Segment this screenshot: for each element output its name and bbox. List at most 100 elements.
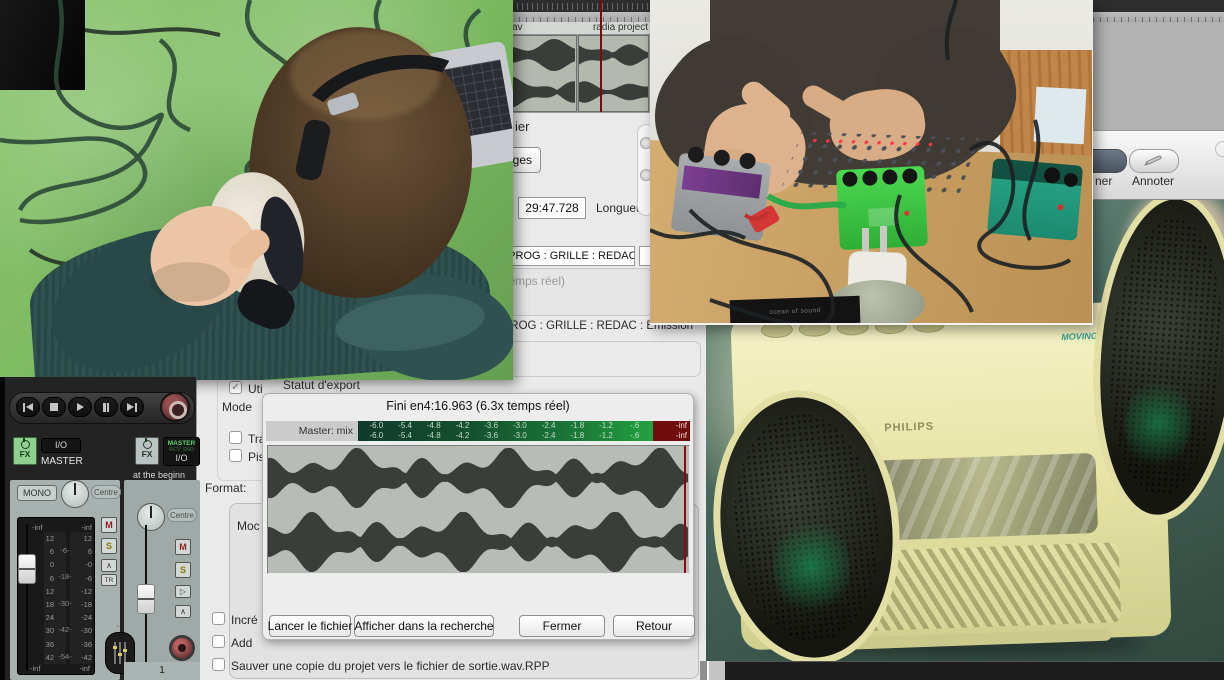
export-status-group-label: Statut d'export bbox=[283, 378, 360, 392]
track-pan-knob[interactable] bbox=[137, 503, 165, 531]
pause-icon bbox=[107, 403, 110, 412]
annotate-button[interactable] bbox=[1129, 149, 1179, 173]
length-input[interactable]: 29:47.728 bbox=[518, 197, 586, 219]
rendered-waveform bbox=[268, 446, 689, 573]
scale-label: -36 bbox=[76, 638, 92, 651]
meter-db-label: -4.8 bbox=[419, 421, 448, 431]
checkbox-increment[interactable] bbox=[212, 612, 225, 625]
master-fader[interactable] bbox=[18, 554, 36, 584]
annotate-label: Annoter bbox=[1120, 174, 1186, 188]
desktop-screen: av radia project ner Annoter ier ges 29:… bbox=[0, 0, 1224, 680]
close-button[interactable]: Fermer bbox=[519, 615, 605, 637]
meter-db-label: -.6 bbox=[620, 431, 649, 441]
meter-db-label: -1.2 bbox=[592, 431, 621, 441]
master-solo-button[interactable]: S bbox=[101, 538, 117, 554]
scale-label: 6 bbox=[40, 545, 54, 558]
dialog-title-fragment: ier bbox=[515, 119, 529, 134]
scale-label: 6 bbox=[40, 572, 54, 585]
arrange-item-labelbar: av radia project bbox=[505, 22, 655, 35]
mini-fader-icon bbox=[114, 642, 116, 664]
meter-db-label: -4.8 bbox=[419, 431, 448, 441]
stop-button[interactable] bbox=[42, 397, 66, 417]
master-mute-button[interactable]: M bbox=[101, 517, 117, 533]
meter-db-label: -4.2 bbox=[448, 431, 477, 441]
meter-db-label: -6.0 bbox=[362, 421, 391, 431]
scale-label: -18 bbox=[76, 598, 92, 611]
clip-label-left: av bbox=[512, 22, 523, 33]
track-recarm-button[interactable] bbox=[169, 635, 195, 661]
track-io-label: I/O bbox=[164, 453, 199, 464]
meter-db-label: -2.4 bbox=[534, 431, 563, 441]
scale-label: 24 bbox=[40, 611, 54, 624]
track-fold-button[interactable]: ∧ bbox=[175, 605, 191, 618]
record-icon bbox=[169, 401, 187, 419]
meter-db-label: -1.8 bbox=[563, 431, 592, 441]
meter-inf-label: -inf bbox=[80, 662, 90, 675]
track-fader[interactable] bbox=[137, 584, 155, 614]
track-mute-button[interactable]: M bbox=[175, 539, 191, 555]
mode-fragment-label: Moc bbox=[237, 519, 260, 533]
audio-clip[interactable] bbox=[505, 35, 577, 112]
checkbox-save-copy[interactable] bbox=[212, 658, 225, 671]
master-fx-block[interactable]: FX bbox=[13, 437, 37, 465]
launch-file-button[interactable]: Lancer le fichier bbox=[269, 615, 351, 637]
export-finished-text: Fini en4:16.963 (6.3x temps réel) bbox=[263, 399, 693, 413]
playhead-cursor[interactable] bbox=[600, 0, 602, 113]
master-fold-button[interactable]: ∧ bbox=[101, 559, 117, 572]
meter-db-label: -2.4 bbox=[534, 421, 563, 431]
audio-clip[interactable] bbox=[578, 35, 649, 112]
meter-db-label: -3.6 bbox=[477, 421, 506, 431]
checkbox-add-label: Add bbox=[231, 636, 252, 650]
checkbox-save-copy-label: Sauver une copie du projet vers le fichi… bbox=[231, 659, 550, 673]
skip-start-button[interactable] bbox=[16, 397, 40, 417]
bottom-statusbar bbox=[725, 661, 1224, 680]
scale-label: 12 bbox=[40, 532, 54, 545]
knob-pointer bbox=[74, 483, 76, 495]
pause-button[interactable] bbox=[94, 397, 118, 417]
scale-label: 12 bbox=[76, 532, 92, 545]
scale-label: 0 bbox=[40, 558, 54, 571]
track-solo-button[interactable]: S bbox=[175, 562, 191, 578]
track-io-button[interactable]: MASTER RCV SND I/O bbox=[163, 437, 200, 466]
render-cursor bbox=[684, 446, 686, 573]
clip-waveform bbox=[579, 36, 648, 111]
skip-end-button[interactable] bbox=[120, 397, 144, 417]
master-pan-knob[interactable] bbox=[61, 480, 89, 508]
scale-label: -18- bbox=[56, 564, 74, 590]
track-fx-block[interactable]: FX bbox=[135, 437, 159, 465]
format-label: Format: bbox=[205, 481, 246, 495]
toolbar-edge-button[interactable] bbox=[1215, 141, 1224, 157]
meter-inf-label: -inf bbox=[30, 662, 40, 675]
master-io-button[interactable]: I/O bbox=[41, 438, 81, 453]
master-pan-value: Centre bbox=[91, 485, 121, 499]
knob-pointer bbox=[150, 506, 152, 518]
filename-input[interactable]: 0 PROG : GRILLE : REDAC bbox=[496, 246, 635, 266]
checkbox-increment-label: Incré bbox=[231, 613, 258, 627]
check-icon: ✓ bbox=[231, 382, 239, 393]
track-monitor-button[interactable]: ▷ bbox=[175, 585, 191, 598]
checkbox-uti[interactable]: ✓ bbox=[229, 381, 242, 394]
scale-label: 6 bbox=[76, 545, 92, 558]
checkbox-pis[interactable] bbox=[229, 449, 242, 462]
checkbox-add[interactable] bbox=[212, 635, 225, 648]
photo-headphones bbox=[0, 0, 513, 380]
skip-start-icon bbox=[23, 403, 26, 412]
boombox-brand-logo: PHILIPS bbox=[884, 421, 934, 435]
mono-button[interactable]: MONO bbox=[17, 485, 57, 501]
master-meter: -inf-inf 12606121824303642 -6--18--30--4… bbox=[17, 517, 95, 675]
meter-db-scale: -6.0-5.4-4.8-4.2-3.6-3.0-2.4-1.8-1.2-.6 … bbox=[358, 421, 653, 441]
record-button[interactable] bbox=[160, 392, 190, 422]
meter-db-label: -5.4 bbox=[391, 431, 420, 441]
mode-label: Mode bbox=[222, 400, 252, 414]
scale-label: -0 bbox=[76, 558, 92, 571]
clip-waveform bbox=[506, 36, 576, 111]
meter-peak-readout: -inf -inf bbox=[653, 421, 690, 441]
resize-grip[interactable] bbox=[707, 661, 725, 680]
show-in-finder-button[interactable]: Afficher dans la recherche bbox=[354, 615, 494, 637]
master-trim-button[interactable]: TR bbox=[101, 574, 117, 586]
play-button[interactable] bbox=[68, 397, 92, 417]
checkbox-tra[interactable] bbox=[229, 431, 242, 444]
back-button[interactable]: Retour bbox=[613, 615, 695, 637]
skip-start-icon bbox=[26, 403, 33, 411]
track-fx-label: FX bbox=[136, 449, 158, 459]
